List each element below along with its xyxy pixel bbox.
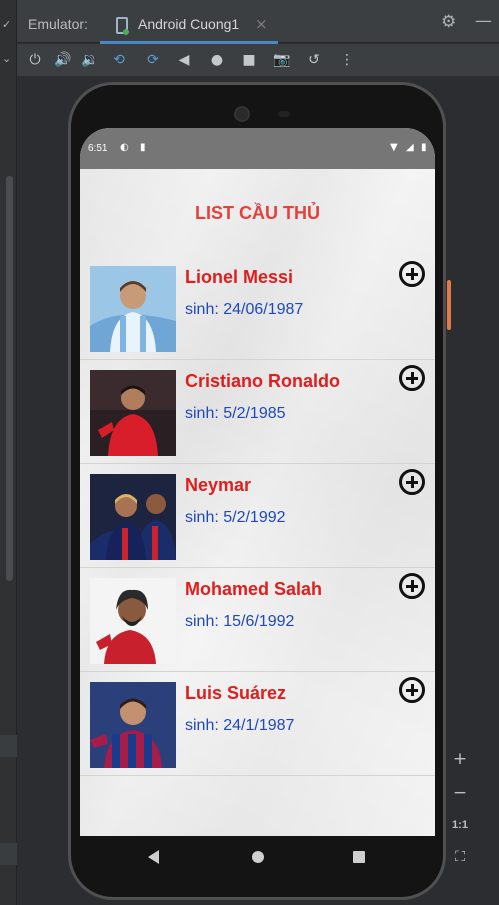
tab-android-cuong1[interactable]: Android Cuong1 × [100, 6, 278, 44]
player-photo [90, 682, 176, 768]
android-nav-bar [80, 836, 435, 880]
minimize-icon[interactable]: — [475, 11, 492, 31]
signal-icon: ◢ [406, 142, 414, 153]
player-name: Lionel Messi [185, 267, 294, 287]
sd-card-icon: ▮ [140, 142, 146, 153]
gutter-band [0, 735, 17, 757]
speaker [278, 111, 290, 117]
list-item[interactable]: Mohamed Salah sinh: 15/6/1992 [80, 568, 435, 672]
status-bar: 6:51 ◐ ▮ ▼ ◢ ▮ [80, 128, 435, 169]
list-item[interactable]: Neymar sinh: 5/2/1992 [80, 464, 435, 568]
zoom-out-icon[interactable]: − [446, 780, 474, 806]
wifi-icon: ▼ [390, 142, 398, 153]
add-circle-icon[interactable] [399, 573, 425, 599]
list-item[interactable]: Lionel Messi sinh: 24/06/1987 [80, 256, 435, 360]
home-icon[interactable]: ● [207, 50, 227, 70]
list-item[interactable]: Luis Suárez sinh: 24/1/1987 [80, 672, 435, 776]
emulator-toolbar: ⏻ 🔊 🔉 ⟲ ⟳ ◀ ● ■ 📷 ↺ ⋮ [17, 44, 499, 76]
player-name: Cristiano Ronaldo [185, 371, 341, 391]
nav-recents-icon[interactable] [353, 851, 365, 863]
page-title: LIST CẦU THỦ [195, 203, 320, 223]
rotate-left-icon[interactable]: ⟲ [109, 50, 129, 70]
gear-icon[interactable]: ⚙ [441, 12, 456, 32]
close-icon[interactable]: × [255, 15, 268, 33]
player-list-screen: LIST CẦU THỦ Lionel Messi sinh: 24/06/19… [80, 169, 435, 836]
battery-icon: ▮ [421, 142, 427, 153]
left-gutter: ✓ ⌄ [0, 0, 17, 905]
player-birthdate: sinh: 15/6/1992 [185, 613, 295, 630]
ide-window: ✓ ⌄ Emulator: Android Cuong1 × ⚙ — ⏻ 🔊 🔉… [0, 0, 499, 905]
add-circle-icon[interactable] [399, 677, 425, 703]
volume-down-icon[interactable]: 🔉 [80, 50, 100, 70]
nav-back-icon[interactable] [148, 850, 159, 864]
camera-icon[interactable]: 📷 [272, 50, 292, 70]
device-icon [116, 17, 129, 35]
gutter-band [0, 843, 17, 865]
emulator-tab-bar: Emulator: Android Cuong1 × ⚙ — [17, 0, 499, 44]
tab-label: Android Cuong1 [138, 16, 240, 32]
rotate-right-icon[interactable]: ⟳ [143, 50, 163, 70]
player-photo [90, 578, 176, 664]
zoom-1-1-button[interactable]: 1:1 [446, 812, 474, 838]
chevron-down-icon[interactable]: ⌄ [2, 52, 11, 65]
power-icon[interactable]: ⏻ [25, 50, 45, 70]
emulator-label: Emulator: [28, 16, 88, 32]
player-name: Luis Suárez [185, 683, 287, 703]
player-birthdate: sinh: 5/2/1992 [185, 509, 286, 526]
scrollbar[interactable] [6, 176, 13, 581]
player-birthdate: sinh: 24/1/1987 [185, 717, 295, 734]
player-birthdate: sinh: 24/06/1987 [185, 301, 304, 318]
zoom-panel: + − 1:1 ⛶ [443, 730, 499, 905]
player-name: Mohamed Salah [185, 579, 323, 599]
status-time: 6:51 [88, 143, 108, 154]
check-icon: ✓ [2, 18, 12, 31]
more-icon[interactable]: ⋮ [337, 50, 357, 70]
player-photo [90, 370, 176, 456]
list-item[interactable]: Cristiano Ronaldo sinh: 5/2/1985 [80, 360, 435, 464]
add-circle-icon[interactable] [399, 261, 425, 287]
player-photo [90, 266, 176, 352]
zoom-in-icon[interactable]: + [446, 746, 474, 772]
notification-icon: ◐ [120, 142, 129, 153]
fit-screen-icon[interactable]: ⛶ [446, 844, 474, 870]
player-photo [90, 474, 176, 560]
phone-screen[interactable]: 6:51 ◐ ▮ ▼ ◢ ▮ LIST CẦU THỦ Lionel Messi… [80, 128, 435, 836]
back-icon[interactable]: ◀ [174, 50, 194, 70]
add-circle-icon[interactable] [399, 365, 425, 391]
player-birthdate: sinh: 5/2/1985 [185, 405, 286, 422]
add-circle-icon[interactable] [399, 469, 425, 495]
front-camera [234, 106, 250, 122]
snapshot-icon[interactable]: ↺ [304, 50, 324, 70]
volume-up-icon[interactable]: 🔊 [53, 50, 73, 70]
player-name: Neymar [185, 475, 252, 495]
overview-icon[interactable]: ■ [239, 50, 259, 70]
nav-home-icon[interactable] [252, 851, 264, 863]
scroll-marker [447, 280, 451, 330]
